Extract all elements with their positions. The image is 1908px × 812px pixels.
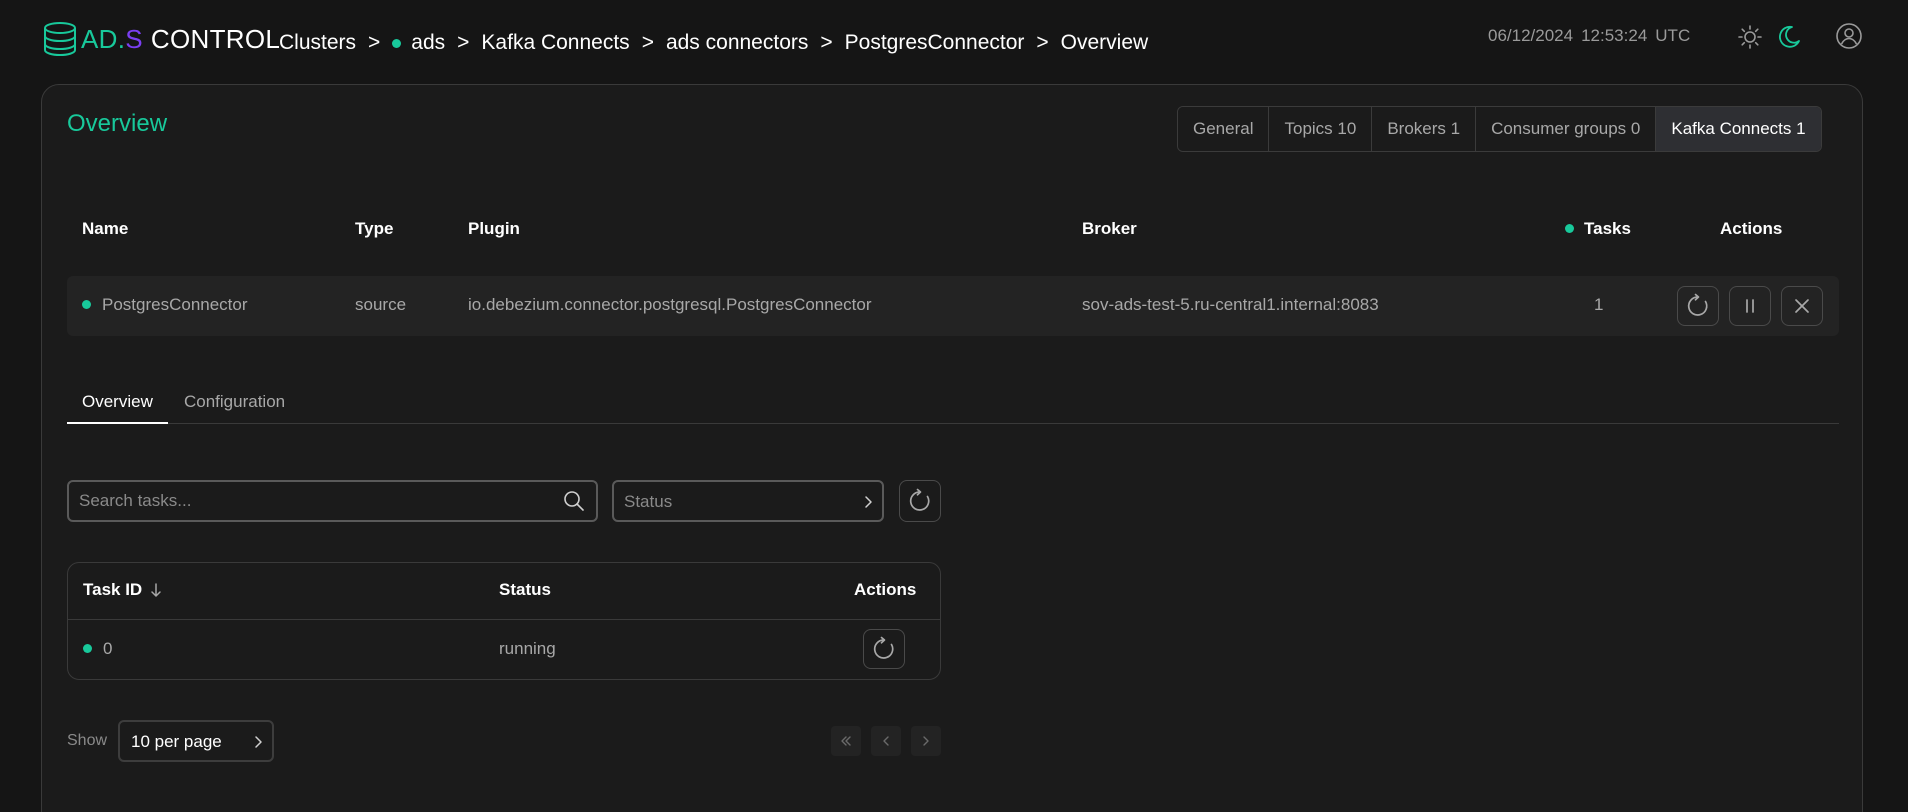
moon-icon[interactable]: [1776, 24, 1802, 50]
chevron-left-icon: [883, 736, 889, 746]
task-status-dot: [83, 644, 92, 654]
connector-type: source: [355, 295, 407, 314]
logo-ad: AD.: [81, 23, 126, 54]
restart-connector-button[interactable]: [1677, 286, 1719, 326]
prev-page-button[interactable]: [871, 726, 901, 756]
connector-broker: sov-ads-test-5.ru-central1.internal:8083: [1082, 295, 1379, 314]
breadcrumb-separator: >: [368, 31, 381, 54]
connector-name: PostgresConnector: [102, 295, 248, 314]
refresh-tasks-button[interactable]: [899, 480, 941, 522]
refresh-icon: [873, 636, 894, 659]
tab-overview[interactable]: Overview: [67, 391, 168, 424]
connector-plugin: io.debezium.connector.postgresql.Postgre…: [468, 295, 872, 314]
cluster-section-tabs: General Topics 10 Brokers 1 Consumer gro…: [1177, 106, 1822, 152]
search-icon[interactable]: [563, 490, 585, 512]
column-header-actions: Actions: [1720, 219, 1783, 238]
column-header-tasks: Tasks: [1565, 219, 1631, 239]
task-id-header-label: Task ID: [83, 580, 143, 599]
status-filter-select[interactable]: Status: [612, 480, 884, 522]
column-header-type: Type: [355, 219, 394, 238]
breadcrumb-overview: Overview: [1060, 31, 1149, 54]
chevron-right-icon: [865, 496, 872, 508]
tab-consumer-groups[interactable]: Consumer groups 0: [1476, 107, 1657, 151]
per-page-select[interactable]: 10 per page: [118, 720, 274, 762]
tab-kafka-connects[interactable]: Kafka Connects 1: [1656, 107, 1821, 151]
column-header-name: Name: [82, 219, 129, 238]
column-header-plugin: Plugin: [468, 219, 520, 238]
column-header-status: Status: [499, 580, 551, 599]
table-divider: [68, 619, 940, 620]
logo-s: S: [125, 23, 143, 54]
connector-status-dot: [82, 300, 91, 310]
chevron-right-icon: [255, 736, 262, 748]
task-status: running: [499, 639, 556, 658]
column-header-task-id[interactable]: Task ID: [83, 580, 162, 600]
column-header-broker: Broker: [1082, 219, 1137, 238]
chevron-right-icon: [923, 736, 929, 746]
breadcrumb-separator: >: [1036, 31, 1049, 54]
refresh-icon: [1687, 293, 1708, 316]
search-input[interactable]: [79, 482, 539, 520]
date-text: 06/12/2024: [1488, 26, 1574, 45]
database-logo-icon: [44, 22, 76, 57]
task-id-cell: 0: [83, 639, 112, 659]
breadcrumb-separator: >: [457, 31, 470, 54]
next-page-button[interactable]: [911, 726, 941, 756]
search-tasks-field[interactable]: [67, 480, 598, 522]
connector-name-cell: PostgresConnector: [82, 295, 248, 315]
tab-configuration[interactable]: Configuration: [169, 391, 300, 424]
logo[interactable]: AD. S CONTROL: [41, 20, 280, 58]
breadcrumb-separator: >: [641, 31, 654, 54]
pause-icon: [1746, 299, 1754, 313]
cluster-status-dot: [392, 38, 402, 48]
show-label: Show: [67, 732, 108, 749]
column-header-actions: Actions: [854, 580, 917, 599]
tab-topics[interactable]: Topics 10: [1269, 107, 1373, 151]
sun-icon[interactable]: [1737, 24, 1763, 50]
breadcrumb-kafka-connects[interactable]: Kafka Connects: [481, 31, 629, 55]
close-icon: [1795, 299, 1809, 313]
connector-sub-tabs: Overview Configuration: [67, 391, 1839, 424]
time-text: 12:53:24: [1581, 26, 1648, 45]
task-id: 0: [103, 639, 113, 658]
restart-task-button[interactable]: [863, 629, 905, 669]
breadcrumb-ads-connectors[interactable]: ads connectors: [666, 31, 808, 55]
tab-brokers[interactable]: Brokers 1: [1372, 107, 1477, 151]
pause-connector-button[interactable]: [1729, 286, 1771, 326]
main-panel: Overview General Topics 10 Brokers 1 Con…: [41, 84, 1863, 812]
delete-connector-button[interactable]: [1781, 286, 1823, 326]
breadcrumb-separator: >: [820, 31, 833, 54]
timezone-text: UTC: [1655, 26, 1691, 45]
page-title: Overview: [67, 110, 168, 137]
user-profile-icon[interactable]: [1835, 22, 1863, 50]
server-datetime: 06/12/2024 12:53:24 UTC: [1488, 26, 1690, 46]
logo-control: CONTROL: [150, 23, 281, 54]
status-filter-label: Status: [624, 492, 673, 511]
refresh-icon: [909, 488, 930, 511]
breadcrumb-cluster-ads[interactable]: ads: [411, 31, 445, 55]
connector-table-header: Name Type Plugin Broker Tasks Actions: [67, 209, 1839, 249]
per-page-value: 10 per page: [131, 732, 222, 751]
logo-text: AD. S CONTROL: [81, 24, 280, 55]
tasks-status-dot: [1565, 224, 1574, 234]
tab-general[interactable]: General: [1178, 107, 1270, 151]
breadcrumb: Clusters > ads > Kafka Connects > ads co…: [279, 31, 1148, 55]
sort-down-icon[interactable]: [150, 582, 162, 598]
first-page-button[interactable]: [831, 726, 861, 756]
breadcrumb-postgres-connector[interactable]: PostgresConnector: [845, 31, 1025, 55]
breadcrumb-clusters[interactable]: Clusters: [279, 31, 356, 55]
column-header-tasks-label: Tasks: [1584, 219, 1631, 238]
app-header: AD. S CONTROL Clusters > ads > Kafka Conne…: [0, 0, 1908, 84]
connector-row[interactable]: PostgresConnector source io.debezium.con…: [67, 276, 1839, 336]
connector-tasks-count: 1: [1594, 295, 1604, 314]
tasks-table: Task ID Status Actions 0 running: [67, 562, 941, 680]
chevrons-left-icon: [841, 736, 851, 746]
